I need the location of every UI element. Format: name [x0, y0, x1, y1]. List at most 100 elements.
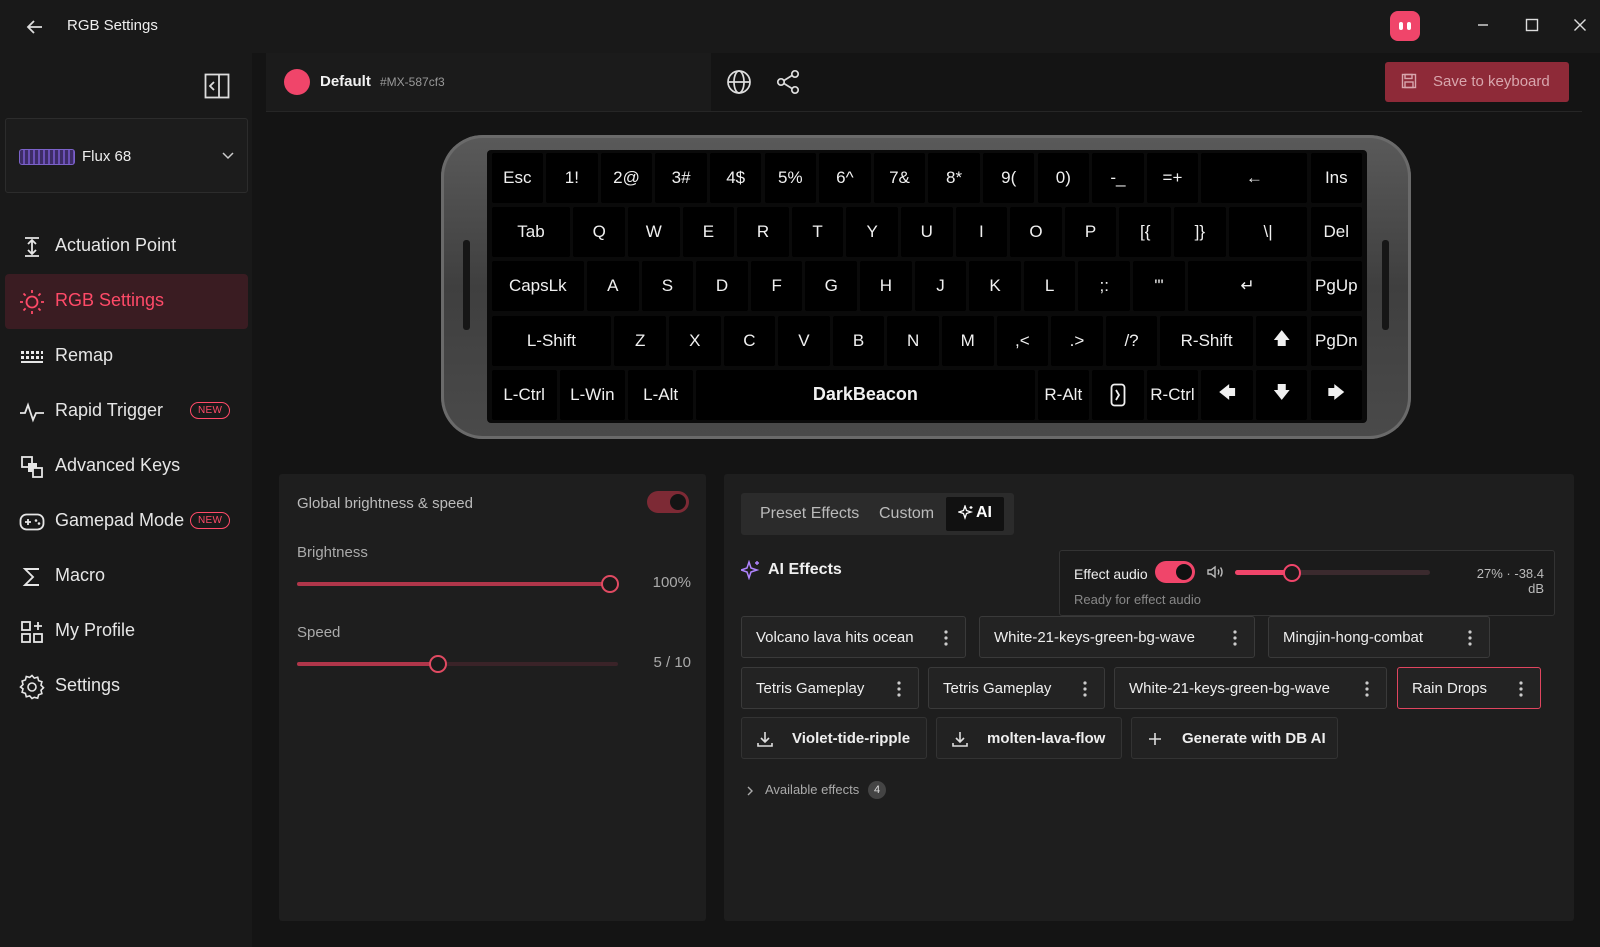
back-arrow-icon[interactable]	[22, 14, 48, 40]
key[interactable]: J	[914, 261, 967, 312]
key[interactable]: 7&	[873, 153, 926, 203]
key[interactable]: 🡅	[1255, 315, 1308, 366]
key[interactable]: V	[778, 315, 830, 366]
key[interactable]: Ins	[1310, 153, 1363, 203]
effect-item[interactable]: Tetris Gameplay	[741, 667, 919, 709]
key[interactable]: A	[587, 261, 639, 312]
brightness-slider-thumb[interactable]	[601, 575, 619, 593]
key[interactable]: B	[832, 315, 885, 366]
effect-item[interactable]: White-21-keys-green-bg-wave	[979, 616, 1255, 658]
key[interactable]: I	[955, 207, 1008, 258]
key[interactable]: N	[887, 315, 939, 366]
collapse-sidebar-icon[interactable]	[204, 73, 230, 99]
profile-color-dot[interactable]	[284, 69, 310, 95]
key[interactable]: Q	[573, 207, 625, 258]
more-vertical-icon[interactable]	[1076, 679, 1094, 699]
device-selector[interactable]: Flux 68	[5, 118, 248, 193]
key[interactable]: 2@	[600, 153, 653, 203]
key[interactable]: L-Ctrl	[491, 369, 557, 420]
maximize-icon[interactable]	[1515, 10, 1549, 40]
key[interactable]: H	[860, 261, 912, 312]
more-vertical-icon[interactable]	[1226, 628, 1244, 648]
more-vertical-icon[interactable]	[1358, 679, 1376, 699]
key[interactable]: Z	[614, 315, 666, 366]
key[interactable]: W	[628, 207, 680, 258]
key[interactable]: CapsLk	[491, 261, 585, 312]
key[interactable]: ,<	[996, 315, 1049, 366]
key[interactable]: L	[1023, 261, 1076, 312]
key[interactable]: 8*	[928, 153, 980, 203]
key[interactable]: ↵	[1187, 261, 1308, 312]
key[interactable]: P	[1064, 207, 1117, 258]
key[interactable]: '"	[1133, 261, 1185, 312]
key[interactable]: K	[969, 261, 1021, 312]
sidebar-item-my-profile[interactable]: My Profile	[5, 604, 248, 659]
minimize-icon[interactable]	[1466, 10, 1500, 40]
brightness-slider[interactable]	[297, 575, 619, 593]
key[interactable]: T	[791, 207, 844, 258]
download-effect-button[interactable]: Violet-tide-ripple	[741, 717, 927, 759]
chevron-right-icon[interactable]	[744, 784, 756, 796]
sidebar-item-actuation-point[interactable]: Actuation Point	[5, 219, 248, 274]
key[interactable]: L-Shift	[491, 315, 612, 366]
key[interactable]: PgUp	[1310, 261, 1363, 312]
global-brightness-toggle[interactable]	[647, 491, 689, 513]
sidebar-item-macro[interactable]: Macro	[5, 549, 248, 604]
key[interactable]: R-Shift	[1160, 315, 1253, 366]
key[interactable]: /?	[1105, 315, 1158, 366]
audio-level-thumb[interactable]	[1282, 564, 1301, 582]
more-vertical-icon[interactable]	[1512, 679, 1530, 699]
key[interactable]: 5%	[764, 153, 817, 203]
key[interactable]: M	[941, 315, 994, 366]
share-icon[interactable]	[775, 69, 801, 95]
key[interactable]: 🡇	[1255, 369, 1308, 420]
key[interactable]: R-Alt	[1037, 369, 1090, 420]
key[interactable]: Y	[846, 207, 898, 258]
key[interactable]: Esc	[491, 153, 544, 203]
tab-custom[interactable]: Custom	[879, 505, 934, 523]
key[interactable]: S	[641, 261, 694, 312]
key[interactable]: .>	[1051, 315, 1103, 366]
key[interactable]: C	[723, 315, 776, 366]
sidebar-item-rapid-trigger[interactable]: Rapid Trigger NEW	[5, 384, 248, 439]
effect-item[interactable]: Volcano lava hits ocean	[741, 616, 966, 658]
available-effects-toggle[interactable]: Available effects	[765, 782, 859, 797]
key[interactable]: G	[805, 261, 858, 312]
more-vertical-icon[interactable]	[1461, 628, 1479, 648]
close-icon[interactable]	[1563, 10, 1597, 40]
key[interactable]: U	[901, 207, 953, 258]
key[interactable]: O	[1010, 207, 1062, 258]
effect-item[interactable]: White-21-keys-green-bg-wave	[1114, 667, 1387, 709]
key[interactable]: Del	[1310, 207, 1363, 258]
speed-slider[interactable]	[297, 655, 618, 673]
key[interactable]: 9(	[982, 153, 1035, 203]
sidebar-item-rgb-settings[interactable]: RGB Settings	[5, 274, 248, 329]
key[interactable]: D	[696, 261, 748, 312]
key[interactable]: 4$	[709, 153, 762, 203]
effect-audio-toggle[interactable]	[1155, 561, 1195, 583]
key[interactable]: -_	[1092, 153, 1144, 203]
key[interactable]: PgDn	[1310, 315, 1363, 366]
audio-level-slider[interactable]	[1235, 564, 1430, 582]
key[interactable]: 1!	[546, 153, 598, 203]
key[interactable]: ←	[1201, 153, 1308, 203]
key[interactable]: E	[682, 207, 735, 258]
more-vertical-icon[interactable]	[890, 679, 908, 699]
key[interactable]: \|	[1228, 207, 1308, 258]
sidebar-item-advanced-keys[interactable]: Advanced Keys	[5, 439, 248, 494]
globe-icon[interactable]	[726, 69, 752, 95]
key[interactable]: F	[750, 261, 803, 312]
key-fn[interactable]	[1092, 369, 1144, 420]
key[interactable]: DarkBeacon	[696, 369, 1035, 420]
sidebar-item-settings[interactable]: Settings	[5, 659, 248, 714]
effect-item[interactable]: Tetris Gameplay	[928, 667, 1105, 709]
generate-with-ai-button[interactable]: Generate with DB AI	[1131, 717, 1338, 759]
key[interactable]: ;:	[1078, 261, 1131, 312]
sidebar-item-remap[interactable]: Remap	[5, 329, 248, 384]
key[interactable]: 🡄	[1201, 369, 1253, 420]
key[interactable]: R	[737, 207, 789, 258]
effect-item[interactable]: Mingjin-hong-combat	[1268, 616, 1490, 658]
key[interactable]: L-Alt	[628, 369, 694, 420]
key[interactable]: 🡆	[1310, 369, 1363, 420]
key[interactable]: L-Win	[559, 369, 625, 420]
